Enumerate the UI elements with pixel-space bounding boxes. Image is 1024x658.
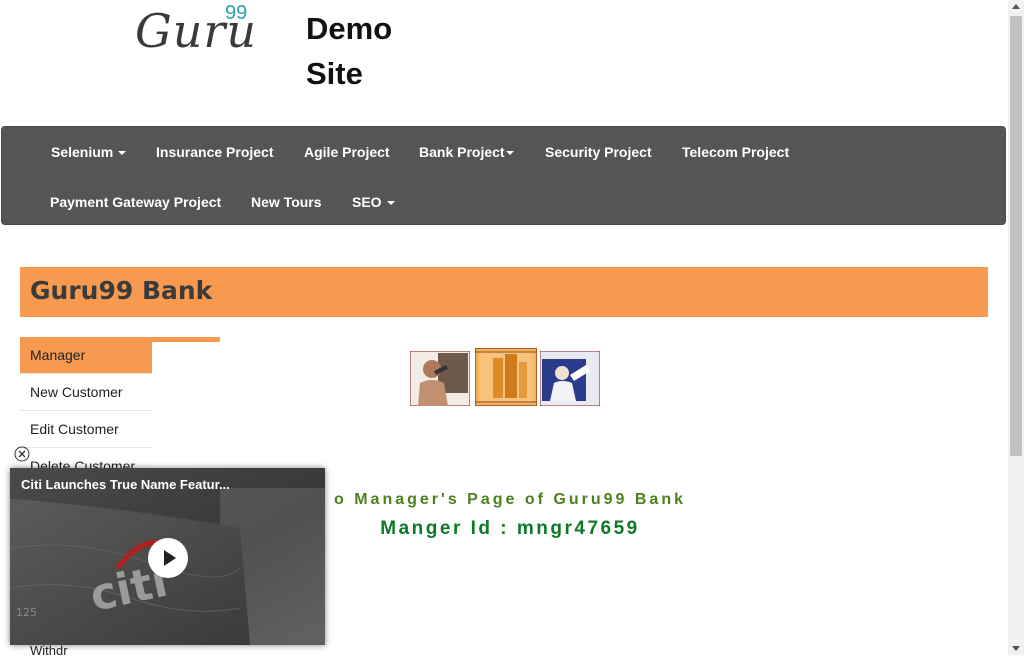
woman-image	[540, 351, 600, 406]
sidebar-item-edit-customer[interactable]: Edit Customer	[20, 411, 152, 448]
caret-down-icon	[505, 151, 514, 156]
video-title: Citi Launches True Name Featur...	[21, 477, 230, 492]
sidebar-item-label: Manager	[30, 347, 86, 363]
nav-insurance-label: Insurance Project	[156, 144, 274, 160]
bank-banner: Guru99 Bank	[20, 267, 988, 317]
nav-payment-gateway-project[interactable]: Payment Gateway Project	[50, 194, 221, 210]
close-icon[interactable]	[14, 446, 30, 462]
sidebar-item-label: Withdr	[30, 643, 68, 658]
nav-seo-label: SEO	[352, 194, 382, 210]
site-title: Demo Site	[306, 11, 393, 91]
nav-telecom-project[interactable]: Telecom Project	[682, 144, 789, 160]
nav-insurance-project[interactable]: Insurance Project	[156, 144, 274, 160]
nav-bank-project[interactable]: Bank Project	[419, 144, 514, 160]
nav-payment-label: Payment Gateway Project	[50, 194, 222, 210]
nav-telecom-label: Telecom Project	[682, 144, 790, 160]
caret-down-icon	[386, 201, 395, 206]
sidebar-menu: Manager New Customer Edit Customer Delet…	[20, 337, 152, 485]
manager-id: Manger Id : mngr47659	[380, 518, 640, 539]
nav-newtours-label: New Tours	[251, 194, 322, 210]
caret-down-icon	[118, 151, 127, 156]
nav-bank-label: Bank Project	[419, 144, 505, 160]
nav-security-label: Security Project	[545, 144, 652, 160]
nav-new-tours[interactable]: New Tours	[251, 194, 322, 210]
sidebar-item-new-customer[interactable]: New Customer	[20, 374, 152, 411]
building-image	[475, 348, 537, 406]
bank-images	[410, 346, 602, 408]
scroll-down-icon[interactable]	[1012, 646, 1020, 651]
play-icon[interactable]	[148, 538, 188, 578]
logo-superscript: 99	[225, 2, 248, 24]
phone-man-image	[410, 351, 470, 406]
nav-agile-project[interactable]: Agile Project	[304, 144, 390, 160]
scrollbar-thumb[interactable]	[1010, 16, 1022, 456]
sidebar-item-manager[interactable]: Manager	[20, 337, 152, 374]
page-scrollbar[interactable]	[1008, 0, 1024, 655]
nav-security-project[interactable]: Security Project	[545, 144, 652, 160]
nav-selenium[interactable]: Selenium	[51, 144, 127, 160]
welcome-message: o Manager's Page of Guru99 Bank	[334, 491, 686, 508]
scroll-up-icon[interactable]	[1012, 4, 1020, 9]
sidebar-item-label: Edit Customer	[30, 421, 119, 437]
guru99-logo[interactable]: Guru 99	[135, 2, 257, 58]
sidebar-accent-line	[152, 337, 220, 342]
bank-title: Guru99 Bank	[30, 276, 213, 305]
video-player[interactable]: citi 125 Citi Launches True Name Featur.…	[10, 468, 325, 645]
nav-agile-label: Agile Project	[304, 144, 390, 160]
main-navbar: Selenium Insurance Project Agile Project…	[1, 126, 1006, 225]
card-number-text: 125	[16, 606, 37, 619]
sidebar-item-label: New Customer	[30, 384, 123, 400]
nav-seo[interactable]: SEO	[352, 194, 395, 210]
nav-selenium-label: Selenium	[51, 144, 114, 160]
sidebar-item-withdrawal[interactable]: Withdr	[30, 643, 68, 658]
